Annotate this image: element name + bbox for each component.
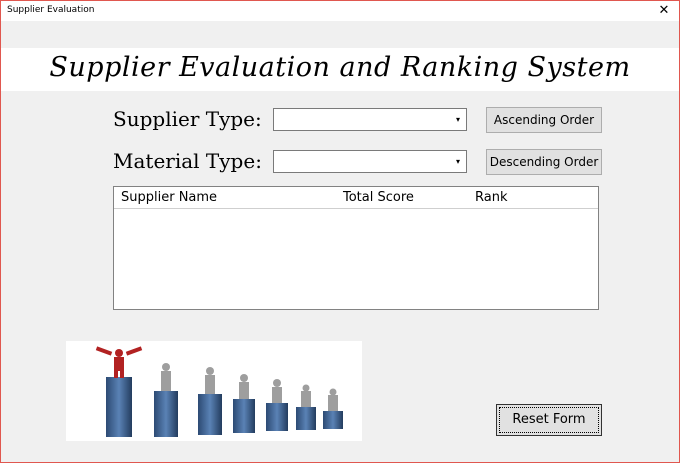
podium-ranking-figures-icon	[95, 346, 343, 437]
title-bar: Supplier Evaluation ✕	[1, 1, 679, 21]
chevron-down-icon[interactable]: ▾	[451, 152, 465, 171]
supplier-type-combobox[interactable]: ▾	[273, 108, 467, 131]
supplier-ranking-listbox[interactable]: Supplier Name Total Score Rank	[113, 186, 599, 310]
window-title: Supplier Evaluation	[7, 5, 95, 15]
column-header-supplier-name: Supplier Name	[121, 190, 218, 205]
column-header-total-score: Total Score	[343, 190, 414, 205]
chevron-down-icon[interactable]: ▾	[451, 110, 465, 129]
close-icon[interactable]: ✕	[653, 1, 675, 21]
reset-form-button[interactable]: Reset Form	[496, 404, 602, 436]
material-type-label: Material Type:	[113, 149, 262, 173]
column-header-rank: Rank	[475, 190, 508, 205]
ranking-podium-image	[66, 341, 362, 441]
ascending-order-button[interactable]: Ascending Order	[486, 107, 602, 133]
banner-title: Supplier Evaluation and Ranking System	[49, 52, 631, 83]
descending-order-button[interactable]: Descending Order	[486, 149, 602, 175]
supplier-type-label: Supplier Type:	[113, 107, 262, 131]
banner: Supplier Evaluation and Ranking System	[1, 48, 679, 91]
supplier-evaluation-window: Supplier Evaluation ✕ Supplier Evaluatio…	[0, 0, 680, 463]
listbox-header: Supplier Name Total Score Rank	[114, 187, 598, 209]
material-type-combobox[interactable]: ▾	[273, 150, 467, 173]
